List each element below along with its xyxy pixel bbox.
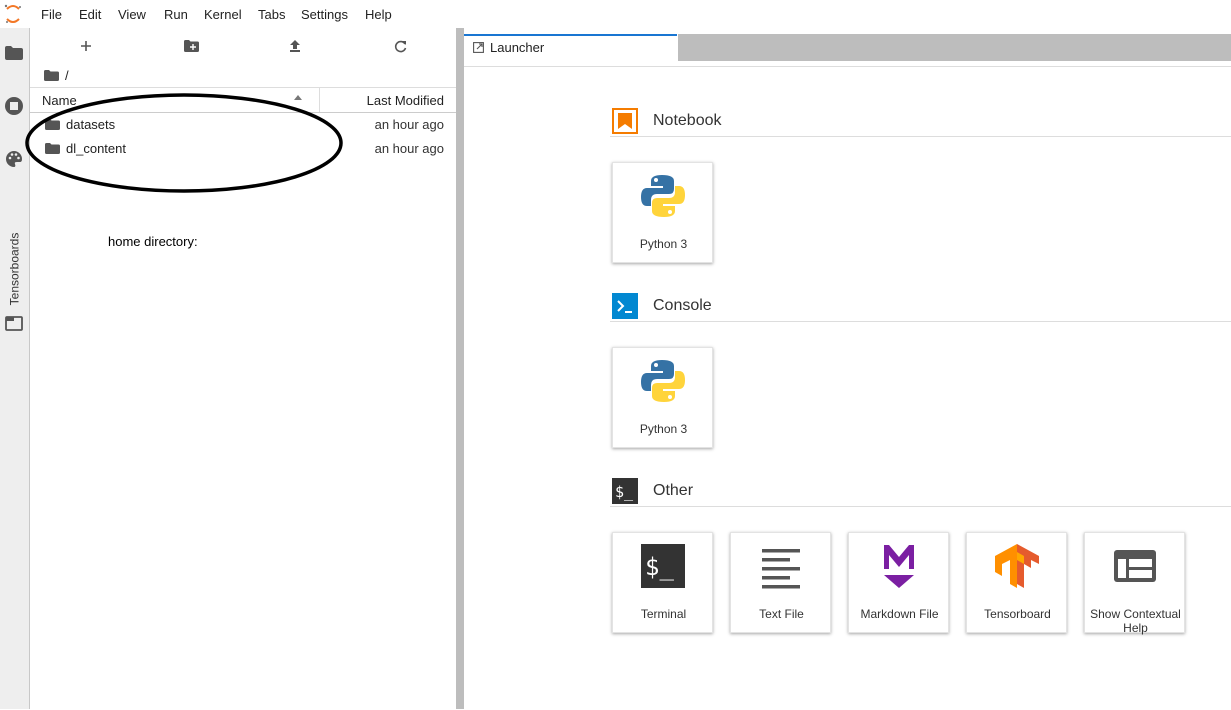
card-label: Terminal [640,607,687,621]
file-modified: an hour ago [374,117,444,132]
menu-bar: File Edit View Run Kernel Tabs Settings … [0,0,1231,28]
section-other: $_ Other [610,478,1231,507]
svg-text:$_: $_ [615,483,634,501]
column-modified-header[interactable]: Last Modified [367,93,444,108]
menu-run[interactable]: Run [164,7,188,22]
section-title: Notebook [653,112,722,129]
card-contextual-help[interactable]: Show Contextual Help [1084,532,1185,635]
file-modified: an hour ago [374,141,444,156]
card-label: Show Contextual Help [1090,607,1181,635]
console-icon [612,293,638,319]
card-markdown-file[interactable]: Markdown File [848,532,949,633]
card-terminal[interactable]: $_ Terminal [612,532,713,633]
jupyter-logo-icon [4,4,21,23]
menu-file[interactable]: File [41,7,62,22]
new-launcher-button[interactable] [76,37,96,55]
new-folder-button[interactable] [181,37,201,55]
launcher-panel: Notebook Python 3 Console Python 3 $_ Ot… [464,66,1231,710]
terminal-icon: $_ [641,544,685,588]
annotation-ellipse [25,93,343,193]
breadcrumb: / [44,68,69,83]
palette-icon [6,151,22,167]
tab-launcher[interactable]: Launcher [464,34,677,60]
menu-edit[interactable]: Edit [79,7,101,22]
text-file-icon [762,549,800,589]
notebook-icon [612,108,638,134]
section-console: Console [610,293,1231,322]
menu-kernel[interactable]: Kernel [204,7,242,22]
tab-bar-empty-area [678,34,1231,60]
menu-view[interactable]: View [118,7,146,22]
upload-button[interactable] [285,37,305,55]
commands-tab[interactable] [3,148,25,170]
annotation-text: home directory: [108,234,198,249]
menu-settings[interactable]: Settings [301,7,348,22]
card-label: Text File [759,607,804,621]
tab-icon [5,315,23,331]
tab-launcher-label: Launcher [490,40,545,55]
card-label: Python 3 [639,422,688,436]
panel-splitter[interactable] [456,28,464,709]
card-tensorboard[interactable]: Tensorboard [966,532,1067,633]
folder-icon [5,46,23,60]
tab-bar: Launcher [464,28,1231,66]
card-label: Markdown File [860,607,939,621]
file-browser-tab[interactable] [3,42,25,64]
stop-circle-icon [5,97,23,115]
folder-icon[interactable] [44,70,59,81]
terminal-section-icon: $_ [612,478,638,504]
card-text-file[interactable]: Text File [730,532,831,633]
section-title: Other [653,482,694,499]
svg-text:$_: $_ [645,553,674,581]
tensorboards-tab[interactable]: Tensorboards [0,228,29,313]
breadcrumb-root[interactable]: / [65,68,69,83]
menu-tabs[interactable]: Tabs [258,7,285,22]
contextual-help-icon [1114,550,1156,582]
section-notebook: Notebook [610,108,1231,137]
python-icon [641,175,685,217]
python-icon [641,360,685,402]
tabs-panel-tab[interactable] [3,312,25,334]
plus-icon [81,41,91,51]
refresh-button[interactable] [390,37,410,55]
tab-bar-border [678,60,1231,61]
upload-icon [290,40,300,52]
section-title: Console [653,297,712,314]
refresh-icon [394,40,406,52]
launcher-icon [473,42,484,53]
menu-help[interactable]: Help [365,7,392,22]
card-console-python3[interactable]: Python 3 [612,347,713,448]
new-folder-icon [183,40,199,52]
tensorboards-label: Tensorboards [7,232,22,306]
running-tab[interactable] [3,95,25,117]
card-label: Tensorboard [984,607,1051,621]
card-notebook-python3[interactable]: Python 3 [612,162,713,263]
card-label: Python 3 [639,237,688,251]
markdown-icon [884,545,914,588]
tensorflow-icon [995,544,1039,588]
